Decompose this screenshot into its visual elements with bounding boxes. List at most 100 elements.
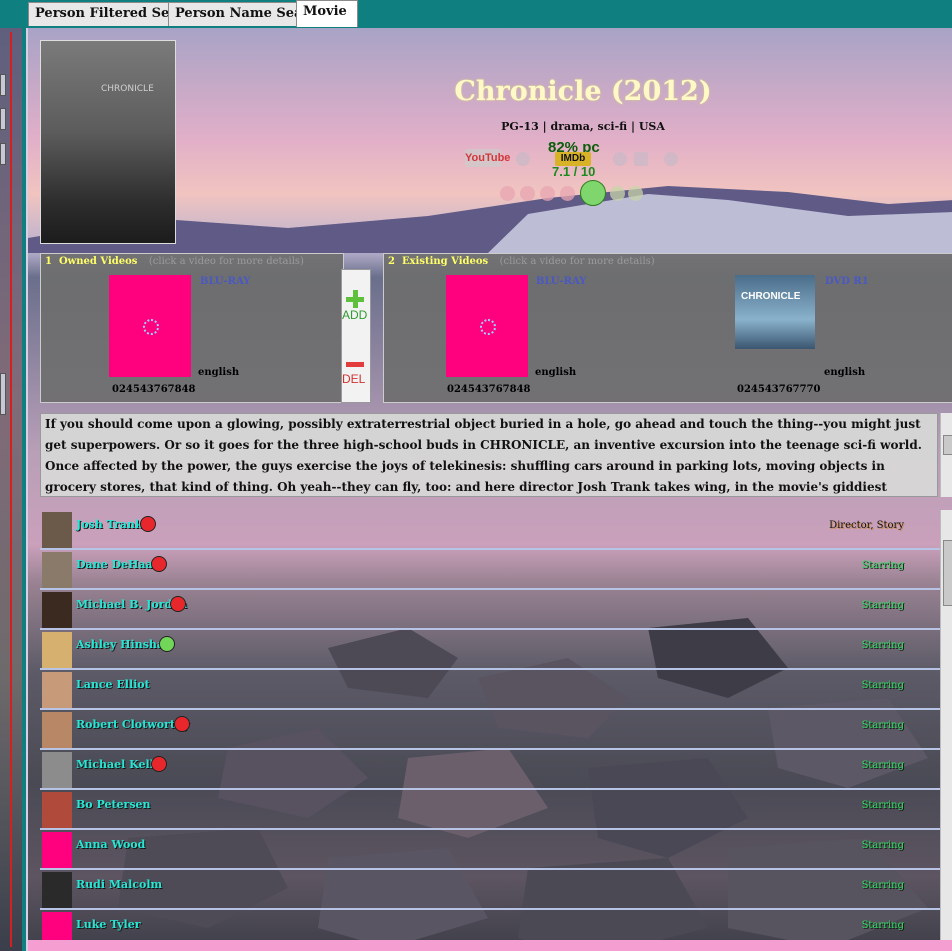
rating-very-sad-icon[interactable]: [500, 186, 515, 201]
avatar[interactable]: [42, 632, 72, 668]
rating-sad-icon[interactable]: [520, 186, 535, 201]
existing-title-label: Existing Videos: [401, 256, 489, 267]
minus-icon: [346, 362, 364, 367]
existing-video-language-dvd: english: [824, 367, 866, 378]
existing-hint: (click a video for more details): [499, 256, 655, 267]
cast-row[interactable]: Bo Petersen Starring: [40, 790, 940, 830]
rating-unhappy-icon[interactable]: [540, 186, 555, 201]
cast-list: Josh Trank Director, Story Dane DeHaan Star…: [40, 510, 940, 951]
cast-role: Starring: [861, 600, 904, 611]
rating-neutral-icon[interactable]: [560, 186, 575, 201]
owned-hint: (click a video for more details): [148, 256, 304, 267]
movie-poster[interactable]: CHRONICLE: [40, 40, 176, 244]
cast-name[interactable]: Bo Petersen: [76, 798, 151, 811]
rating-happy-icon-selected[interactable]: [580, 180, 606, 206]
existing-count: 2: [388, 256, 395, 267]
del-label: DEL: [342, 372, 366, 386]
dvd-cover-title: CHRONICLE: [741, 291, 801, 302]
cast-name[interactable]: Robert Clotworthy: [76, 718, 189, 731]
cast-name[interactable]: Dane DeHaan: [76, 558, 161, 571]
scrollbar-thumb[interactable]: [943, 540, 952, 606]
cast-row[interactable]: Michael B. Jordan Starring: [40, 590, 940, 630]
existing-videos-title: 2 Existing Videos (click a video for mor…: [388, 256, 655, 267]
cast-name[interactable]: Lance Elliot: [76, 678, 150, 691]
cast-name[interactable]: Michael Kelly: [76, 758, 160, 771]
scrollbar-thumb[interactable]: [943, 435, 952, 455]
left-panel: [0, 28, 22, 951]
owned-video-cover[interactable]: [109, 275, 191, 377]
play-icon[interactable]: [664, 152, 678, 166]
panel-control[interactable]: [0, 74, 6, 96]
rating-very-happy-icon[interactable]: [610, 186, 625, 201]
tab-bar: Person Filtered Search Person Name Searc…: [0, 0, 952, 28]
cast-name[interactable]: Josh Trank: [76, 518, 143, 531]
avatar[interactable]: [42, 752, 72, 788]
owned-videos-box: 1 Owned Videos (click a video for more d…: [40, 253, 344, 403]
owned-count: 1: [45, 256, 52, 267]
existing-video-barcode-dvd: 024543767770: [737, 384, 821, 395]
angry-face-icon: [151, 756, 167, 772]
search-icon[interactable]: [613, 152, 627, 166]
cast-row[interactable]: Ashley Hinshaw Starring: [40, 630, 940, 670]
avatar[interactable]: [42, 872, 72, 908]
panel-control[interactable]: [0, 373, 6, 415]
cast-row[interactable]: Michael Kelly Starring: [40, 750, 940, 790]
bottom-strip: [28, 940, 952, 951]
movie-panel: CHRONICLE Chronicle (2012) PG-13 | drama…: [26, 28, 952, 951]
rotten-tomatoes-icon[interactable]: [516, 152, 530, 166]
existing-video-cover-dvd[interactable]: CHRONICLE: [735, 275, 815, 349]
delete-video-button[interactable]: DEL: [342, 362, 370, 386]
add-label: ADD: [342, 308, 368, 322]
panel-control[interactable]: [0, 143, 6, 165]
youtube-icon[interactable]: YouTube: [465, 149, 510, 167]
rating-ecstatic-icon[interactable]: [628, 186, 643, 201]
avatar[interactable]: [42, 512, 72, 548]
movie-header: CHRONICLE Chronicle (2012) PG-13 | drama…: [28, 28, 952, 253]
cast-role: Starring: [861, 800, 904, 811]
cast-role: Starring: [861, 840, 904, 851]
cast-name[interactable]: Anna Wood: [76, 838, 145, 851]
cast-role: Starring: [861, 760, 904, 771]
owned-video-barcode: 024543767848: [112, 384, 196, 395]
happy-face-icon: [159, 636, 175, 652]
plus-icon: [346, 290, 364, 308]
owned-title-label: Owned Videos: [58, 256, 138, 267]
panel-border: [10, 32, 12, 947]
description-scrollbar[interactable]: [940, 413, 952, 497]
poster-title: CHRONICLE: [101, 84, 154, 94]
avatar[interactable]: [42, 592, 72, 628]
existing-video-type[interactable]: BLU-RAY: [536, 276, 586, 287]
cast-role: Starring: [861, 680, 904, 691]
owned-video-type[interactable]: BLU-RAY: [200, 276, 250, 287]
tab-movie[interactable]: Movie: [296, 0, 358, 27]
movie-title: Chronicle (2012): [454, 76, 712, 107]
cast-row[interactable]: Josh Trank Director, Story: [40, 510, 940, 550]
video-actions: ADD DEL: [341, 269, 371, 403]
movie-meta: PG-13 | drama, sci-fi | USA: [501, 120, 665, 133]
panel-control[interactable]: [0, 108, 6, 130]
avatar[interactable]: [42, 832, 72, 868]
cast-role: Starring: [861, 720, 904, 731]
avatar[interactable]: [42, 792, 72, 828]
angry-face-icon: [140, 516, 156, 532]
cast-name[interactable]: Rudi Malcolm: [76, 878, 162, 891]
avatar[interactable]: [42, 552, 72, 588]
owned-video-language: english: [198, 367, 240, 378]
loading-icon: [143, 319, 159, 335]
avatar[interactable]: [42, 672, 72, 708]
cast-row[interactable]: Robert Clotworthy Starring: [40, 710, 940, 750]
avatar[interactable]: [42, 712, 72, 748]
cast-row[interactable]: Anna Wood Starring: [40, 830, 940, 870]
book-icon[interactable]: [634, 152, 648, 166]
cast-name[interactable]: Luke Tyler: [76, 918, 141, 931]
add-video-button[interactable]: ADD: [342, 290, 370, 322]
existing-video-cover[interactable]: [446, 275, 528, 377]
cast-row[interactable]: Dane DeHaan Starring: [40, 550, 940, 590]
loading-icon: [480, 319, 496, 335]
angry-face-icon: [170, 596, 186, 612]
cast-scrollbar[interactable]: [940, 510, 952, 951]
cast-role: Starring: [861, 640, 904, 651]
cast-row[interactable]: Rudi Malcolm Starring: [40, 870, 940, 910]
existing-video-type-dvd[interactable]: DVD R1: [825, 276, 869, 287]
cast-row[interactable]: Lance Elliot Starring: [40, 670, 940, 710]
